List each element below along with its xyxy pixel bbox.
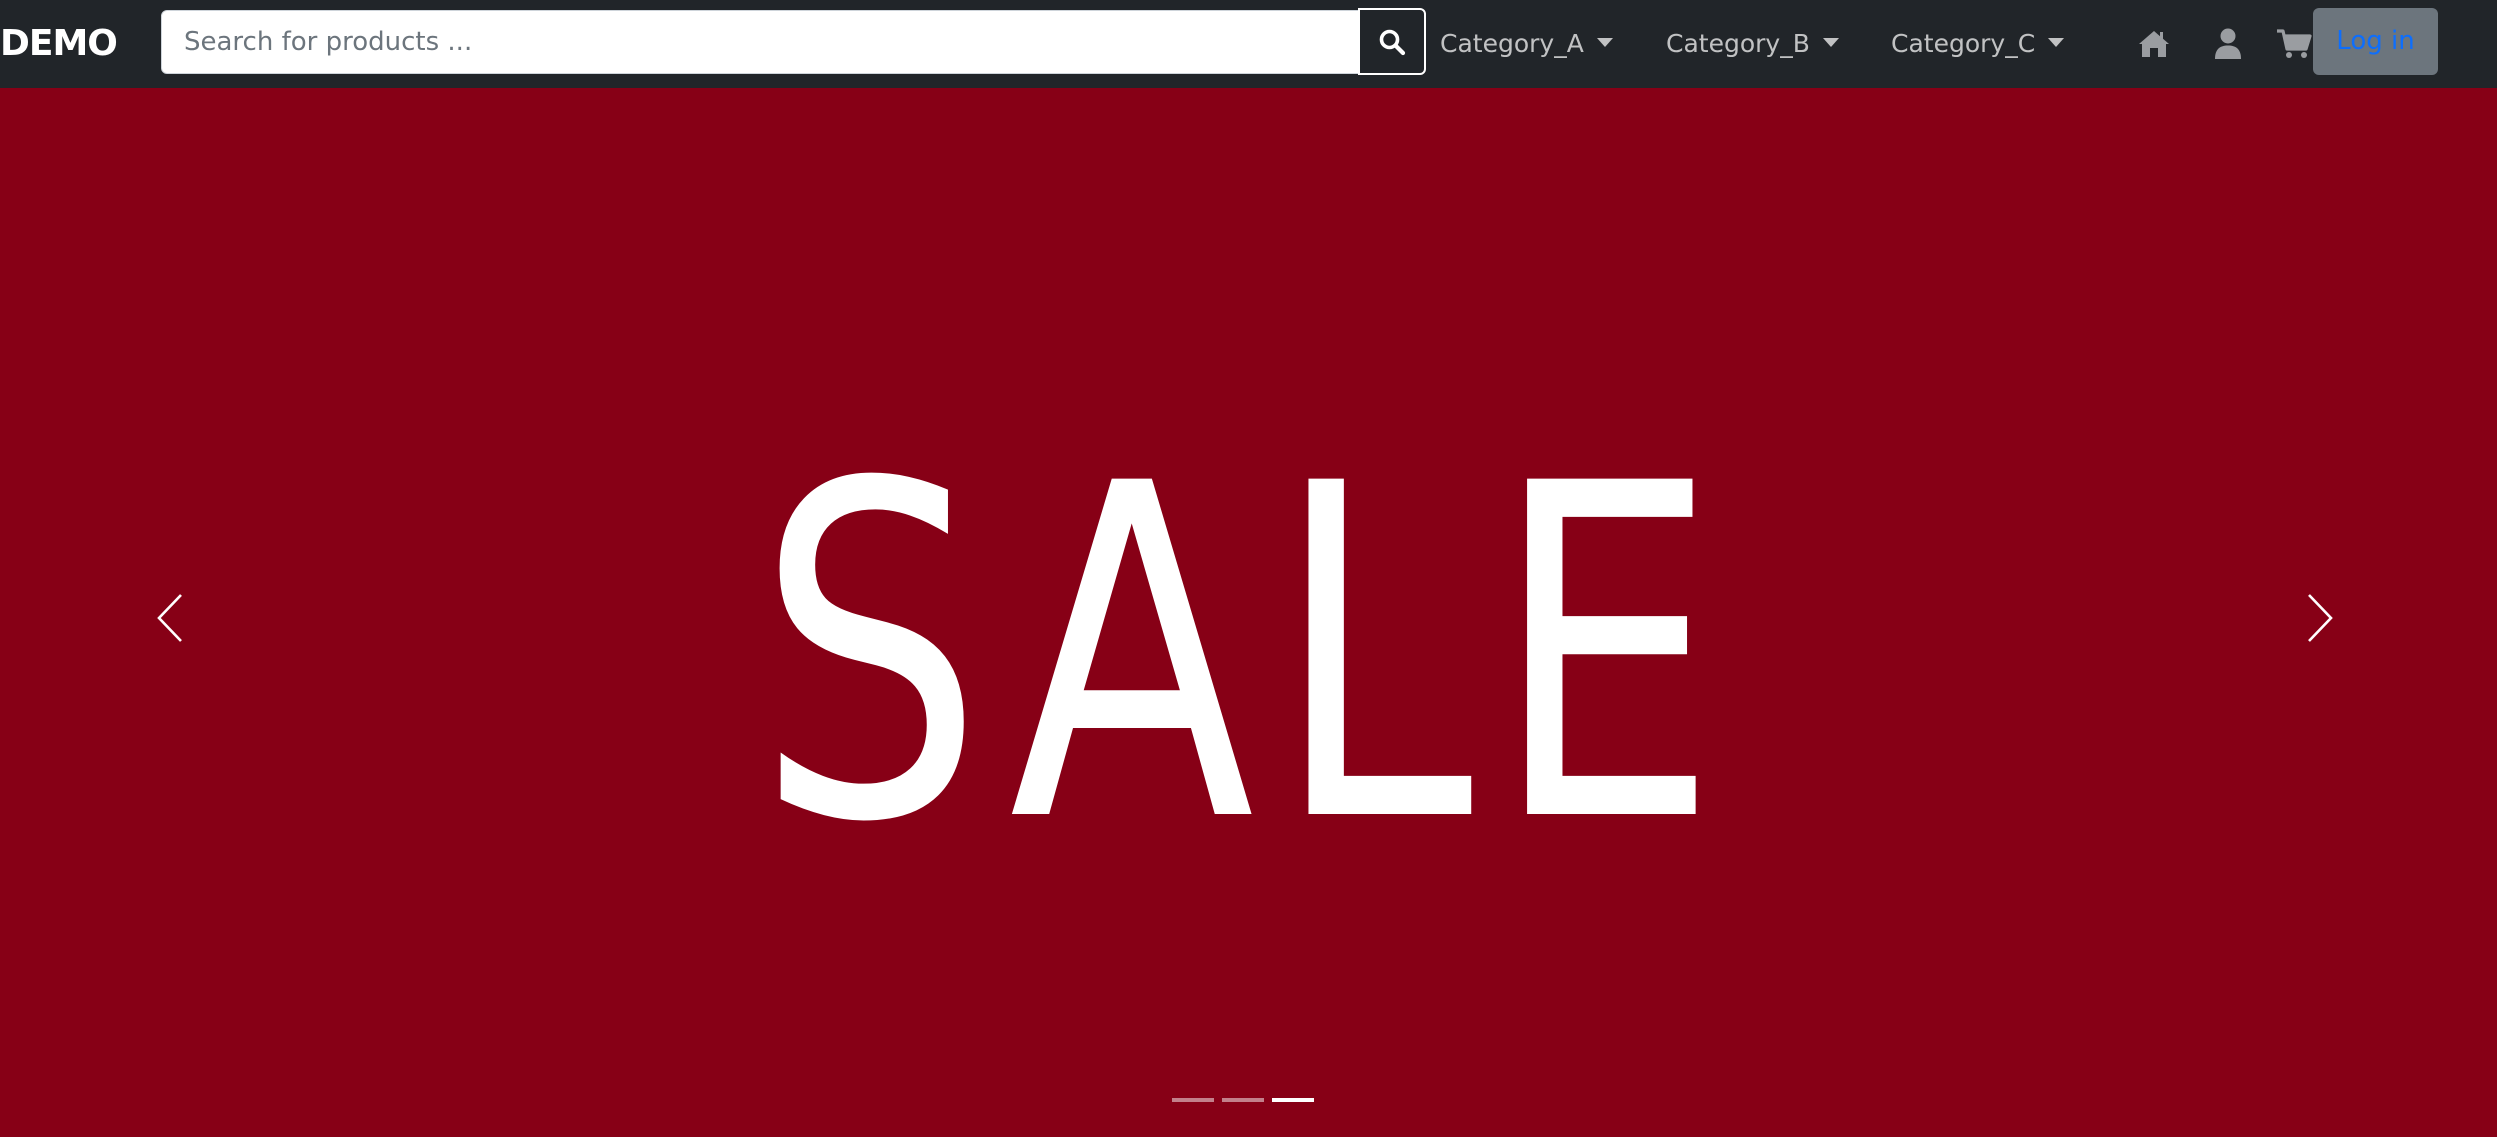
cart-link[interactable]: [2274, 24, 2314, 64]
search-button[interactable]: [1358, 8, 1426, 75]
carousel-prev-button[interactable]: [140, 578, 200, 658]
chevron-left-icon: [157, 594, 182, 642]
brand-logo[interactable]: DEMO: [0, 20, 118, 68]
account-link[interactable]: [2208, 24, 2248, 64]
category-c-dropdown[interactable]: Category_C: [1891, 22, 2065, 66]
user-icon: [2215, 28, 2241, 59]
carousel-indicator-2[interactable]: [1222, 1098, 1264, 1102]
hero-carousel: SALE: [0, 88, 2497, 1137]
category-c-label: Category_C: [1891, 29, 2036, 58]
category-a-dropdown[interactable]: Category_A: [1440, 22, 1613, 66]
chevron-down-icon: [1596, 38, 1613, 47]
category-a-label: Category_A: [1440, 29, 1584, 58]
sale-banner-text: SALE: [755, 388, 1738, 923]
top-navbar: DEMO Category_A Category_B Category_C: [0, 0, 2497, 88]
carousel-indicators: [1172, 1090, 1314, 1110]
home-link[interactable]: [2134, 24, 2174, 64]
search-input[interactable]: [161, 10, 1359, 74]
login-button[interactable]: Log in: [2313, 8, 2438, 75]
cart-icon: [2277, 29, 2312, 58]
carousel-next-button[interactable]: [2290, 578, 2350, 658]
chevron-down-icon: [2048, 38, 2065, 47]
carousel-indicator-3[interactable]: [1272, 1098, 1314, 1102]
chevron-down-icon: [1822, 38, 1839, 47]
search-icon: [1379, 29, 1406, 55]
home-icon: [2139, 31, 2169, 57]
category-b-dropdown[interactable]: Category_B: [1666, 22, 1839, 66]
category-b-label: Category_B: [1666, 29, 1810, 58]
carousel-indicator-1[interactable]: [1172, 1098, 1214, 1102]
chevron-right-icon: [2308, 594, 2333, 642]
